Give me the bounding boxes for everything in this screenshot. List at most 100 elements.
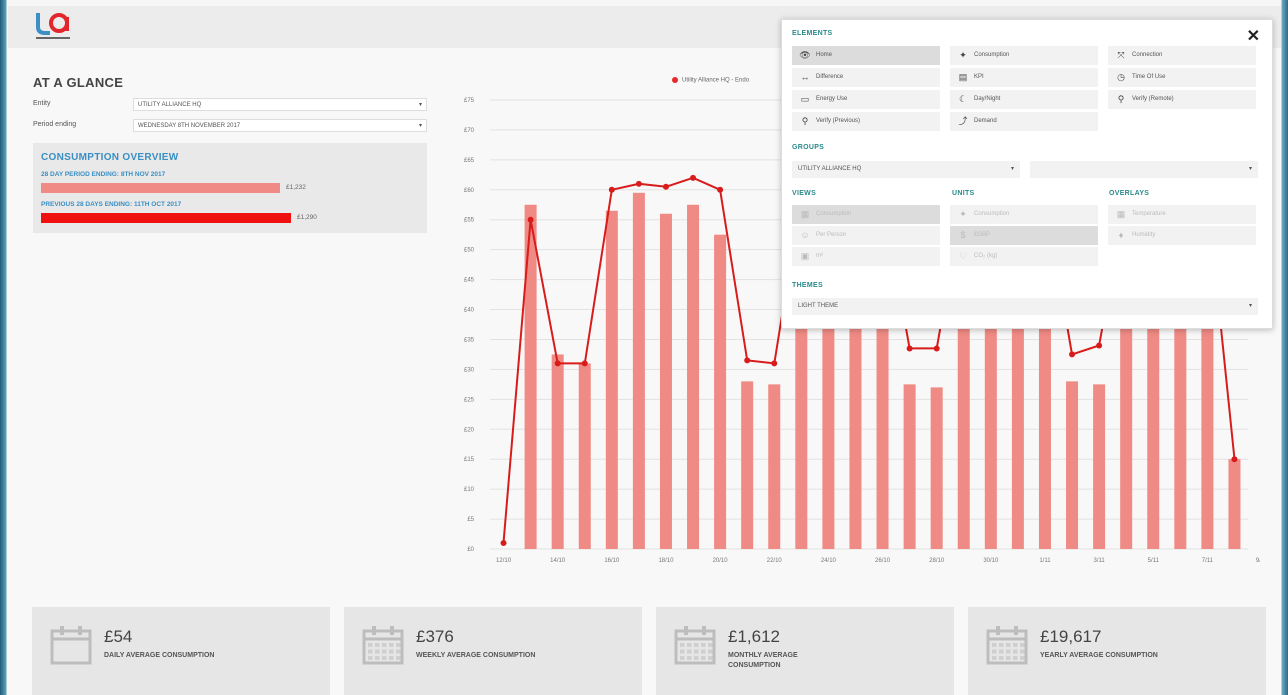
line-point[interactable] <box>662 183 669 190</box>
line-point[interactable] <box>906 345 913 352</box>
line-point[interactable] <box>1069 351 1076 358</box>
overlays-icon: ▦ <box>1116 209 1126 219</box>
bar[interactable] <box>714 234 727 549</box>
bar[interactable] <box>1066 381 1079 549</box>
element-button[interactable]: ⚲ Verify (Previous) <box>792 112 940 131</box>
x-tick-label: 7/11 <box>1202 558 1214 564</box>
element-button[interactable]: ⤧ Connection <box>1108 46 1256 65</box>
subgroup-select[interactable]: ▾ <box>1030 161 1258 178</box>
bar[interactable] <box>1228 459 1241 549</box>
groups-section-title: GROUPS <box>792 144 825 151</box>
line-point[interactable] <box>717 186 724 193</box>
element-label: Difference <box>816 74 844 80</box>
bar[interactable] <box>632 192 645 549</box>
battery-icon: ▭ <box>800 94 810 104</box>
previous-period-label: PREVIOUS 28 DAYS ENDING: 11TH OCT 2017 <box>41 201 182 208</box>
bar[interactable] <box>903 384 916 549</box>
chevron-down-icon: ▾ <box>1248 166 1252 172</box>
line-point[interactable] <box>1231 456 1238 463</box>
x-tick-label: 5/11 <box>1148 558 1160 564</box>
chevron-down-icon: ▾ <box>418 123 422 129</box>
stat-value: £54 <box>104 627 133 646</box>
trend-icon: ⤴ <box>958 116 968 126</box>
units-label: Consumption <box>974 211 1010 217</box>
element-button[interactable]: ▤ KPI <box>950 68 1098 87</box>
bar[interactable] <box>605 210 618 549</box>
units-button[interactable]: ✦ Consumption <box>950 205 1098 224</box>
moon-icon: ☾ <box>958 94 968 104</box>
bar[interactable] <box>659 213 672 549</box>
current-period-value: £1,232 <box>286 184 306 191</box>
y-tick-label: £30 <box>464 367 475 373</box>
views-button[interactable]: ▦ Consumption <box>792 205 940 224</box>
period-select[interactable]: WEDNESDAY 8TH NOVEMBER 2017 ▾ <box>133 119 427 132</box>
current-period-label: 28 DAY PERIOD ENDING: 8TH NOV 2017 <box>41 171 166 178</box>
group-select-value: UTILITY ALLIANCE HQ <box>798 166 862 172</box>
entity-label: Entity <box>33 100 51 107</box>
element-button[interactable]: ↔ Difference <box>792 68 940 87</box>
entity-select[interactable]: UTILITY ALLIANCE HQ ▾ <box>133 98 427 111</box>
theme-select[interactable]: LIGHT THEME ▾ <box>792 298 1258 315</box>
line-point[interactable] <box>608 186 615 193</box>
units-button[interactable]: ♡ CO₂ (kg) <box>950 247 1098 266</box>
x-tick-label: 20/10 <box>713 558 729 564</box>
close-icon[interactable]: ✕ <box>1247 26 1260 46</box>
line-point[interactable] <box>554 360 561 367</box>
bar[interactable] <box>1093 384 1106 549</box>
bar[interactable] <box>551 354 564 549</box>
line-point[interactable] <box>1096 342 1103 349</box>
overlays-label: Temperature <box>1132 211 1166 217</box>
element-button[interactable]: ⤴ Demand <box>950 112 1098 131</box>
stat-value: £1,612 <box>728 627 780 646</box>
element-button[interactable]: ⚲ Verify (Remote) <box>1108 90 1256 109</box>
x-tick-label: 30/10 <box>983 558 999 564</box>
stat-card: £54 DAILY AVERAGE CONSUMPTION <box>32 607 330 695</box>
line-point[interactable] <box>690 174 697 181</box>
stat-label: WEEKLY AVERAGE CONSUMPTION <box>416 652 536 659</box>
views-button[interactable]: ☺ Per Person <box>792 226 940 245</box>
bar[interactable] <box>578 363 591 549</box>
logo-icon[interactable] <box>32 9 78 43</box>
line-point[interactable] <box>771 360 778 367</box>
x-tick-label: 9/11 <box>1256 558 1260 564</box>
stat-value: £376 <box>416 627 454 646</box>
calendar-icon <box>674 626 716 665</box>
views-button[interactable]: ▣ m² <box>792 247 940 266</box>
element-label: Home <box>816 52 833 58</box>
overlays-button[interactable]: ▦ Temperature <box>1108 205 1256 224</box>
y-tick-label: £15 <box>464 457 475 463</box>
element-label: Consumption <box>974 52 1010 58</box>
element-button[interactable]: ◷ Time Of Use <box>1108 68 1256 87</box>
overlays-button[interactable]: ♦ Humidity <box>1108 226 1256 245</box>
line-point[interactable] <box>744 357 751 364</box>
element-button[interactable]: ▭ Energy Use <box>792 90 940 109</box>
stat-label: DAILY AVERAGE CONSUMPTION <box>104 652 215 659</box>
y-tick-label: £50 <box>464 248 475 254</box>
element-button[interactable]: ✦ Consumption <box>950 46 1098 65</box>
bar[interactable] <box>741 381 754 549</box>
line-point[interactable] <box>527 216 534 223</box>
line-point[interactable] <box>500 540 507 547</box>
line-point[interactable] <box>581 360 588 367</box>
overlays-section-title: OVERLAYS <box>1109 190 1150 197</box>
x-tick-label: 1/11 <box>1039 558 1051 564</box>
x-tick-label: 12/10 <box>496 558 512 564</box>
line-point[interactable] <box>635 180 642 187</box>
bar[interactable] <box>930 387 943 549</box>
y-tick-label: £20 <box>464 427 475 433</box>
stat-card: £19,617 YEARLY AVERAGE CONSUMPTION <box>968 607 1266 695</box>
views-label: Consumption <box>816 211 852 217</box>
units-button[interactable]: $ £GBP <box>950 226 1098 245</box>
bar[interactable] <box>768 384 781 549</box>
at-a-glance-title: AT A GLANCE <box>33 75 124 90</box>
units-label: CO₂ (kg) <box>974 253 998 259</box>
bar[interactable] <box>687 204 700 549</box>
group-select[interactable]: UTILITY ALLIANCE HQ ▾ <box>792 161 1020 178</box>
element-button[interactable]: 👁 Home <box>792 46 940 65</box>
line-point[interactable] <box>933 345 940 352</box>
element-button[interactable]: ☾ Day/Night <box>950 90 1098 109</box>
theme-select-value: LIGHT THEME <box>798 303 839 309</box>
kpi-icon: ▤ <box>958 72 968 82</box>
bar[interactable] <box>524 204 537 549</box>
views-section-title: VIEWS <box>792 190 817 197</box>
